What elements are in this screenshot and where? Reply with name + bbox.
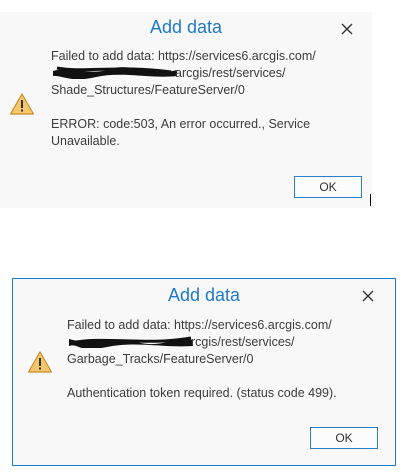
message-line: ERROR: code:503, An error occurred., Ser… bbox=[51, 117, 311, 131]
error-message: Failed to add data: https://services6.ar… bbox=[51, 48, 316, 150]
message-line: Unavailable. bbox=[51, 134, 120, 148]
close-icon[interactable] bbox=[359, 287, 377, 305]
message-line: Garbage_Tracks/FeatureServer/0 bbox=[67, 352, 254, 366]
ok-button[interactable]: OK bbox=[294, 176, 362, 198]
message-line: arcgis/rest/services/ bbox=[51, 65, 316, 82]
add-data-error-dialog: Add data Failed to add data: https://ser… bbox=[12, 278, 396, 466]
close-icon[interactable] bbox=[338, 20, 356, 38]
redacted-text bbox=[51, 65, 179, 79]
redacted-text bbox=[67, 334, 195, 348]
message-line-text: rcgis/rest/services/ bbox=[191, 335, 295, 349]
dialog-title: Add data bbox=[167, 285, 241, 305]
message-line: rcgis/rest/services/ bbox=[67, 334, 337, 351]
warning-icon bbox=[9, 92, 35, 116]
message-line: Failed to add data: https://services6.ar… bbox=[51, 49, 316, 63]
add-data-error-dialog: Add data Failed to add data: https://ser… bbox=[0, 12, 372, 208]
message-line: Failed to add data: https://services6.ar… bbox=[67, 318, 332, 332]
text-cursor bbox=[370, 194, 371, 206]
dialog-title: Add data bbox=[149, 17, 223, 37]
message-line-text: arcgis/rest/services/ bbox=[175, 66, 286, 80]
warning-icon bbox=[27, 350, 53, 374]
error-message: Failed to add data: https://services6.ar… bbox=[67, 317, 337, 402]
ok-button[interactable]: OK bbox=[310, 427, 378, 449]
message-line: Authentication token required. (status c… bbox=[67, 386, 337, 400]
message-line: Shade_Structures/FeatureServer/0 bbox=[51, 83, 245, 97]
